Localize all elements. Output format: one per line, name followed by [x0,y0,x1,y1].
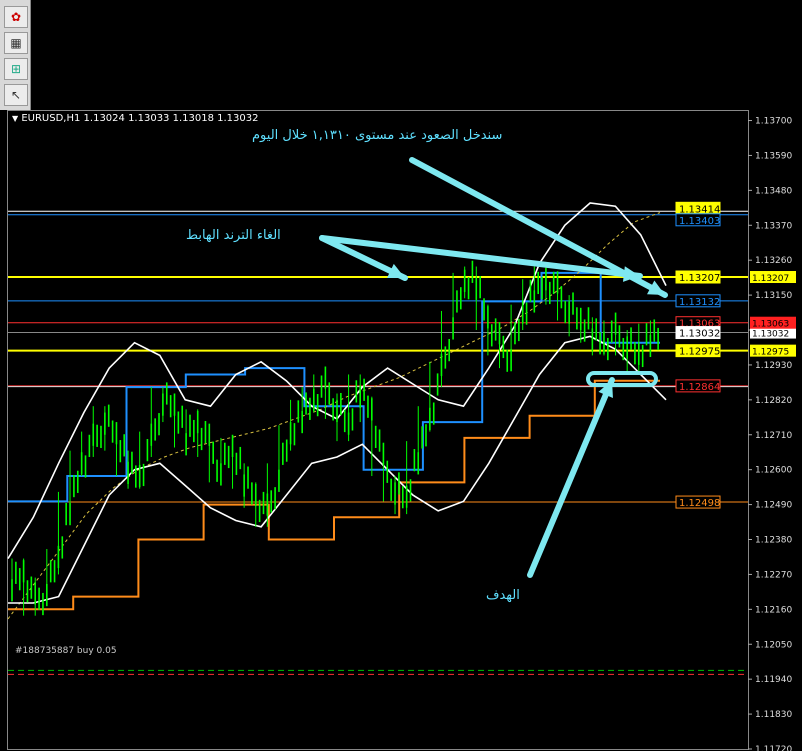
y-tick-label: 1.12930 [755,361,792,371]
y-tick-label: 1.13150 [755,291,792,301]
lower-band [8,335,667,604]
y-tick-label: 1.12160 [755,605,792,615]
chart-header: ▼ EURUSD,H1 1.13024 1.13033 1.13018 1.13… [12,113,258,124]
y-tick-label: 1.13700 [755,117,792,127]
y-tick-label: 1.12710 [755,431,792,441]
y-tick-label: 1.13480 [755,186,792,196]
price-tag-label: 1.12864 [679,382,720,393]
annotation-trend: الغاء الترند الهابط [186,228,281,243]
y-tick-label: 1.12380 [755,536,792,546]
arrow-target [527,377,615,578]
axis-tag-label: 1.12975 [752,348,789,358]
y-tick-label: 1.11940 [755,675,792,685]
annotation-top: سندخل الصعود عند مستوى ١,١٣١٠ خلال اليوم [252,128,503,143]
y-tick-label: 1.12270 [755,570,792,580]
y-tick-label: 1.12490 [755,501,792,511]
price-tag-label: 1.13032 [679,329,720,340]
y-tick-label: 1.13590 [755,151,792,161]
y-tick-label: 1.12050 [755,640,792,650]
axis-tag-label: 1.13207 [752,274,789,284]
price-tag-label: 1.13132 [679,297,720,308]
y-tick-label: 1.13370 [755,221,792,231]
y-tick-label: 1.12600 [755,466,792,476]
current-price-label: 1.13032 [752,330,789,340]
price-tag-label: 1.13207 [679,273,720,284]
annotation-target: الهدف [486,588,520,603]
y-tick-label: 1.11830 [755,710,792,720]
triangle-down-icon[interactable]: ▼ [12,114,18,123]
price-tag-label: 1.12975 [679,347,720,358]
trade-line-label: #188735887 buy 0.05 [15,646,117,656]
y-tick-label: 1.12820 [755,396,792,406]
y-tick-label: 1.11720 [755,745,792,751]
price-tag-label: 1.13403 [679,216,720,227]
axis-tag-label: 1.13063 [752,320,789,330]
price-tag-label: 1.12498 [679,498,720,509]
y-tick-label: 1.13260 [755,256,792,266]
upper-band [7,202,667,560]
symbol-info: EURUSD,H1 1.13024 1.13033 1.13018 1.1303… [21,113,259,124]
